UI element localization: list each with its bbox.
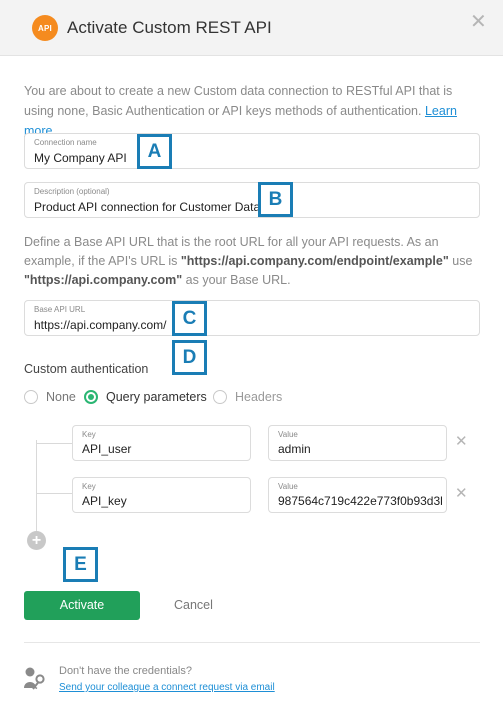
param-value-value[interactable]: admin: [278, 442, 442, 456]
base-api-url-field[interactable]: Base API URL https://api.company.com/: [24, 300, 480, 336]
key-person-icon: [23, 666, 47, 697]
param-value-field[interactable]: Value 987564c719c422e773f0b93d3b: [268, 477, 447, 513]
radio-headers-label: Headers: [235, 390, 283, 404]
description-label: Description (optional): [34, 187, 110, 196]
radio-headers[interactable]: Headers: [213, 389, 282, 405]
remove-param-icon[interactable]: ✕: [455, 484, 468, 502]
radio-none-label: None: [46, 390, 76, 404]
close-icon[interactable]: ✕: [470, 12, 487, 32]
connection-name-field[interactable]: Connection name My Company API: [24, 133, 480, 169]
intro-text: You are about to create a new Custom dat…: [24, 81, 482, 141]
dialog-header: API Activate Custom REST API ✕: [0, 0, 503, 56]
base-url-help-part3: as your Base URL.: [182, 273, 291, 287]
param-key-label: Key: [82, 482, 96, 491]
add-param-icon[interactable]: +: [27, 531, 46, 550]
callout-c: C: [172, 301, 207, 336]
activate-button[interactable]: Activate: [24, 591, 140, 620]
param-key-value[interactable]: API_key: [82, 494, 246, 508]
callout-a: A: [137, 134, 172, 169]
radio-query-parameters-circle[interactable]: [84, 390, 98, 404]
connection-name-label: Connection name: [34, 138, 97, 147]
connect-request-link[interactable]: Send your colleague a connect request vi…: [59, 682, 275, 693]
param-key-field[interactable]: Key API_user: [72, 425, 251, 461]
radio-headers-circle[interactable]: [213, 390, 227, 404]
dialog-title: Activate Custom REST API: [67, 18, 272, 37]
description-field[interactable]: Description (optional) Product API conne…: [24, 182, 480, 218]
param-value-label: Value: [278, 430, 298, 439]
radio-none-circle[interactable]: [24, 390, 38, 404]
param-tree-branch: [36, 443, 72, 444]
intro-body: You are about to create a new Custom dat…: [24, 84, 453, 118]
base-api-url-label: Base API URL: [34, 305, 86, 314]
callout-b: B: [258, 182, 293, 217]
radio-query-parameters[interactable]: Query parameters: [84, 389, 207, 405]
param-key-field[interactable]: Key API_key: [72, 477, 251, 513]
credentials-question: Don't have the credentials?: [59, 665, 192, 677]
description-value[interactable]: Product API connection for Customer Data: [34, 200, 260, 214]
remove-param-icon[interactable]: ✕: [455, 432, 468, 450]
param-value-value[interactable]: 987564c719c422e773f0b93d3b: [278, 494, 442, 508]
radio-none[interactable]: None: [24, 389, 76, 405]
footer-divider: [24, 642, 480, 643]
cancel-button[interactable]: Cancel: [174, 598, 213, 612]
base-api-url-value[interactable]: https://api.company.com/: [34, 318, 167, 332]
connection-name-value[interactable]: My Company API: [34, 151, 127, 165]
param-key-label: Key: [82, 430, 96, 439]
param-key-value[interactable]: API_user: [82, 442, 246, 456]
param-tree-branch: [36, 493, 72, 494]
callout-d: D: [172, 340, 207, 375]
callout-e: E: [63, 547, 98, 582]
param-value-label: Value: [278, 482, 298, 491]
api-logo-icon: API: [32, 15, 58, 41]
radio-query-parameters-label: Query parameters: [106, 390, 207, 404]
base-url-help-text: Define a Base API URL that is the root U…: [24, 233, 484, 290]
base-url-example: "https://api.company.com": [24, 273, 183, 287]
example-url: "https://api.company.com/endpoint/exampl…: [180, 254, 449, 268]
param-value-field[interactable]: Value admin: [268, 425, 447, 461]
custom-auth-title: Custom authentication: [24, 362, 149, 376]
base-url-help-part2: use: [448, 254, 473, 268]
param-tree-line: [36, 440, 37, 532]
